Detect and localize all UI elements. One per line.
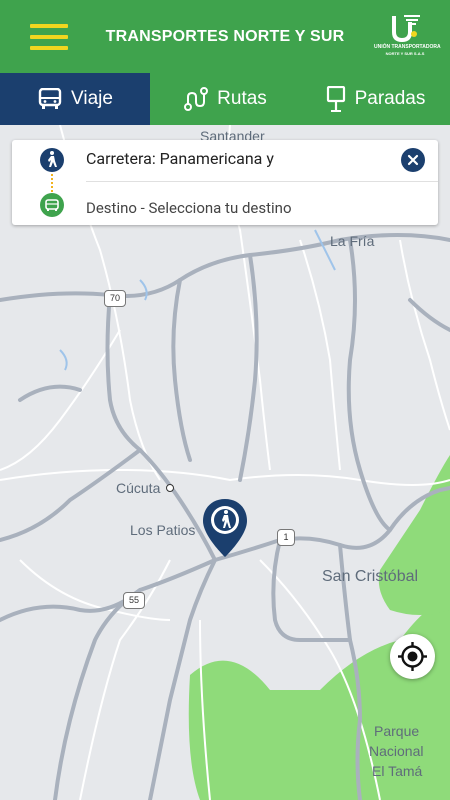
company-logo: UNIÓN TRANSPORTADORA NORTE Y SUR S.A.S <box>374 12 441 62</box>
map-label-parque-1: Parque <box>374 723 420 739</box>
bus-stop-icon <box>40 193 64 217</box>
logo-text-line2: NORTE Y SUR S.A.S <box>385 51 425 56</box>
map-label-la-fria: La Fría <box>330 233 375 249</box>
divider <box>86 181 438 182</box>
origin-destination-connector <box>51 174 55 192</box>
map-base <box>0 125 450 800</box>
city-dot-icon <box>166 484 174 492</box>
stop-sign-icon <box>326 86 345 112</box>
tab-viaje[interactable]: Viaje <box>0 73 150 125</box>
app-bar: TRANSPORTES NORTE Y SUR UNIÓN TRANSPORTA… <box>0 0 450 73</box>
map-label-los-patios: Los Patios <box>130 522 196 538</box>
map-view[interactable]: Santander La Fría Cúcuta Los Patios San … <box>0 125 450 800</box>
trip-search-card: Carretera: Panamericana y Destino - Sele… <box>12 140 438 225</box>
tab-paradas[interactable]: Paradas <box>300 73 450 125</box>
clear-origin-button[interactable] <box>401 148 425 172</box>
current-location-pin[interactable] <box>202 498 248 558</box>
my-location-button[interactable] <box>390 634 435 679</box>
route-shield-70: 70 <box>104 290 126 307</box>
map-label-cucuta: Cúcuta <box>116 480 161 496</box>
tab-bar: Viaje Rutas Paradas <box>0 73 450 125</box>
walking-person-icon <box>40 148 64 172</box>
map-label-parque-2: Nacional <box>369 743 424 759</box>
tab-rutas[interactable]: Rutas <box>150 73 300 125</box>
route-shield-55: 55 <box>123 592 145 609</box>
tab-rutas-label: Rutas <box>217 88 267 109</box>
route-shield-1: 1 <box>277 529 295 546</box>
route-icon <box>184 87 209 111</box>
close-icon <box>407 154 419 166</box>
tab-viaje-label: Viaje <box>71 88 113 109</box>
crosshair-icon <box>398 642 427 671</box>
origin-field[interactable]: Carretera: Panamericana y <box>86 149 274 168</box>
logo-text-line1: UNIÓN TRANSPORTADORA <box>374 44 441 50</box>
bus-icon <box>38 88 62 109</box>
tab-paradas-label: Paradas <box>354 88 426 109</box>
map-label-parque-3: El Tamá <box>372 763 423 779</box>
destination-field[interactable]: Destino - Selecciona tu destino <box>86 199 292 217</box>
map-label-san-cristobal: San Cristóbal <box>322 568 419 585</box>
